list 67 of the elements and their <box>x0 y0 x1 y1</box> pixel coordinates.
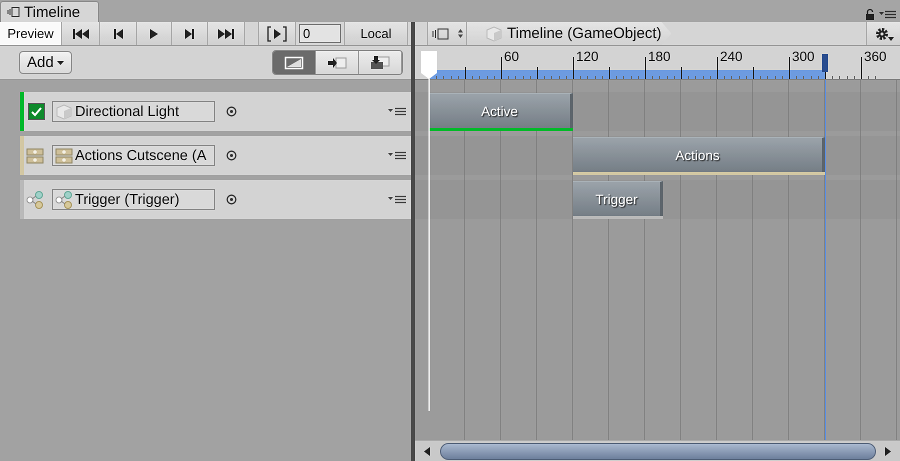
first-frame-icon <box>72 28 88 40</box>
track-name: Actions Cutscene (A <box>75 148 206 164</box>
cube-icon <box>55 102 73 120</box>
clip-label: Active <box>481 104 518 118</box>
snap-toggle[interactable] <box>359 51 402 74</box>
scrollbar-thumb[interactable] <box>440 442 876 460</box>
track-name: Directional Light <box>75 104 179 120</box>
time-ruler[interactable]: 60 120 180 240 300 360 <box>415 46 900 80</box>
track-type-icon <box>26 146 44 164</box>
cube-icon <box>485 24 503 42</box>
track-checkbox[interactable] <box>28 103 45 120</box>
marker-icon <box>327 56 347 70</box>
last-frame-icon <box>218 28 234 40</box>
track-object-field[interactable]: Trigger (Trigger) <box>52 189 215 210</box>
next-frame-icon <box>185 28 194 40</box>
marker-toggle[interactable] <box>316 51 359 74</box>
lock-icon[interactable] <box>865 8 875 20</box>
settings-button[interactable] <box>866 22 900 45</box>
menu-icon[interactable] <box>388 195 406 204</box>
tick-label: 240 <box>720 49 743 64</box>
space-button[interactable]: Local <box>344 22 408 45</box>
target-icon[interactable] <box>226 150 237 161</box>
window-icon <box>7 6 20 18</box>
last-frame-button[interactable] <box>208 22 245 45</box>
right-arrow-icon <box>885 446 891 456</box>
add-button[interactable]: Add <box>19 51 72 74</box>
next-frame-button[interactable] <box>172 22 208 45</box>
previous-frame-icon <box>114 28 122 40</box>
previous-frame-button[interactable] <box>100 22 137 45</box>
play-range-icon <box>267 26 287 42</box>
tick-label: 180 <box>648 49 671 64</box>
first-frame-button[interactable] <box>62 22 100 45</box>
play-range-button[interactable] <box>259 22 296 45</box>
clip-label: Actions <box>675 148 720 162</box>
stepper-icon <box>458 29 462 38</box>
track-object-field[interactable]: Actions Cutscene (A <box>52 145 215 166</box>
play-button[interactable] <box>137 22 172 45</box>
breadcrumb-label: Timeline (GameObject) <box>507 25 662 42</box>
track-name: Trigger (Trigger) <box>75 192 180 208</box>
check-icon <box>31 106 42 116</box>
tick-label: 360 <box>864 49 887 64</box>
panel-icon <box>432 28 452 40</box>
playhead[interactable] <box>421 51 437 411</box>
track-type-icon <box>26 190 44 208</box>
target-icon[interactable] <box>226 106 237 117</box>
range-end-handle[interactable] <box>822 54 828 72</box>
track-object-field[interactable]: Directional Light <box>52 101 215 122</box>
tick-label: 300 <box>792 49 815 64</box>
preview-button[interactable]: Preview <box>0 22 62 45</box>
play-icon <box>150 28 158 40</box>
caret-icon <box>56 60 64 64</box>
settings-icon <box>874 26 894 42</box>
target-icon[interactable] <box>226 194 237 205</box>
tick-label: 60 <box>504 49 520 64</box>
menu-icon[interactable] <box>388 107 406 116</box>
frame-field[interactable]: 0 <box>299 24 341 43</box>
curves-icon <box>284 56 304 70</box>
view-toggle-button[interactable] <box>427 22 467 45</box>
clip-label: Trigger <box>595 192 638 206</box>
snap-icon <box>370 56 390 70</box>
left-arrow-icon <box>424 446 430 456</box>
window-title: Timeline <box>24 4 80 20</box>
curves-toggle[interactable] <box>273 51 316 74</box>
tick-label: 120 <box>576 49 599 64</box>
window-tab[interactable]: Timeline <box>0 1 99 22</box>
menu-icon[interactable] <box>388 151 406 160</box>
menu-icon[interactable] <box>879 10 896 18</box>
